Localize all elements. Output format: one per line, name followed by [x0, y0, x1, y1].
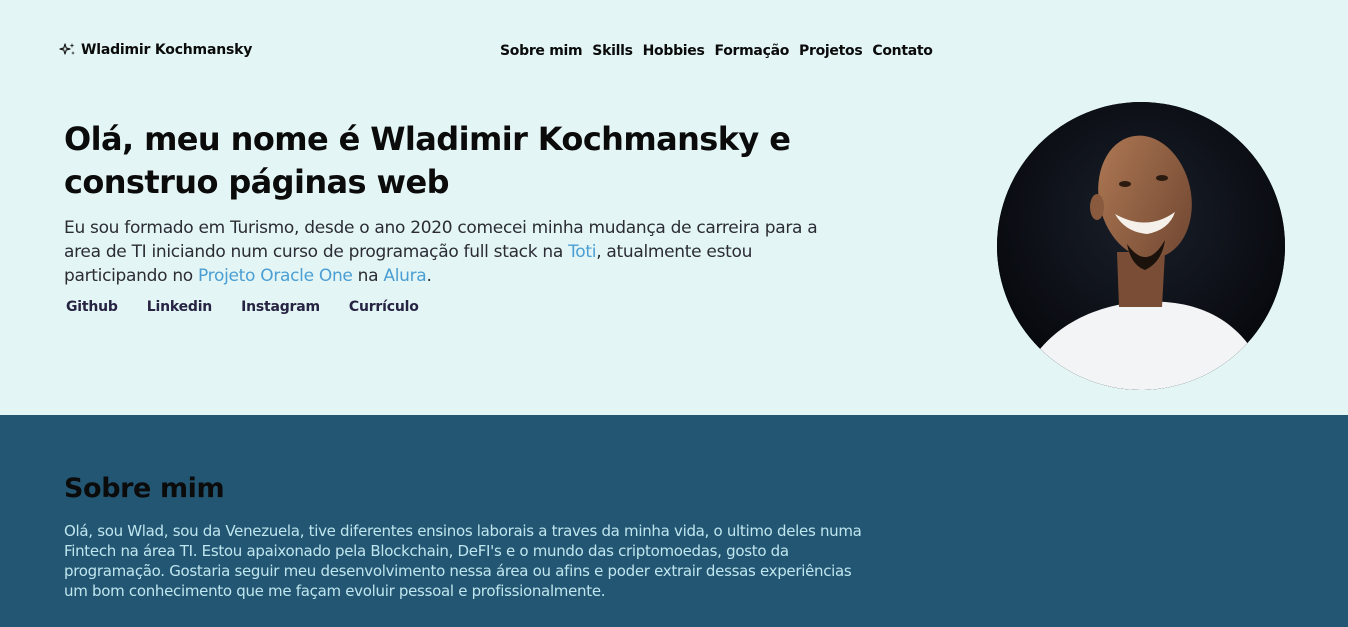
- main-nav: Sobre mim Skills Hobbies Formação Projet…: [500, 43, 933, 59]
- nav-projetos[interactable]: Projetos: [799, 43, 863, 59]
- social-links: Github Linkedin Instagram Currículo: [66, 299, 419, 315]
- intro-text-4: .: [426, 266, 432, 286]
- hero-intro: Eu sou formado em Turismo, desde o ano 2…: [64, 216, 854, 288]
- alura-link[interactable]: Alura: [383, 266, 426, 286]
- brand-link[interactable]: Wladimir Kochmansky: [59, 42, 252, 58]
- nav-hobbies[interactable]: Hobbies: [643, 43, 705, 59]
- instagram-link[interactable]: Instagram: [241, 299, 320, 315]
- profile-photo: [997, 102, 1285, 390]
- brand-name: Wladimir Kochmansky: [81, 42, 253, 58]
- oracle-one-link[interactable]: Projeto Oracle One: [198, 266, 353, 286]
- hero-section: Wladimir Kochmansky Sobre mim Skills Hob…: [0, 0, 1348, 415]
- about-title: Sobre mim: [64, 473, 225, 504]
- nav-contato[interactable]: Contato: [872, 43, 933, 59]
- nav-skills[interactable]: Skills: [592, 43, 633, 59]
- hero-headline: Olá, meu nome é Wladimir Kochmansky e co…: [64, 120, 791, 201]
- sparkles-icon: [59, 43, 75, 55]
- about-section: Sobre mim Olá, sou Wlad, sou da Venezuel…: [0, 415, 1348, 627]
- profile-photo-illustration: [997, 102, 1285, 390]
- toti-link[interactable]: Toti: [568, 242, 596, 262]
- linkedin-link[interactable]: Linkedin: [147, 299, 213, 315]
- nav-sobre-mim[interactable]: Sobre mim: [500, 43, 583, 59]
- github-link[interactable]: Github: [66, 299, 118, 315]
- intro-text-3: na: [352, 266, 384, 286]
- nav-formacao[interactable]: Formação: [715, 43, 790, 59]
- about-text: Olá, sou Wlad, sou da Venezuela, tive di…: [64, 522, 862, 600]
- site-header: Wladimir Kochmansky Sobre mim Skills Hob…: [0, 0, 1348, 104]
- curriculo-link[interactable]: Currículo: [349, 299, 419, 315]
